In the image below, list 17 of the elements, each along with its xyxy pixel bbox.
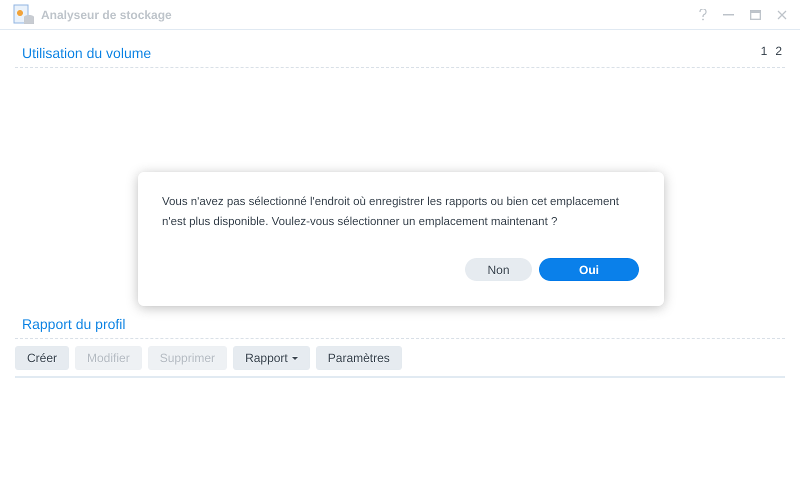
close-icon[interactable] xyxy=(777,10,787,20)
app-icon xyxy=(13,4,35,26)
maximize-icon[interactable] xyxy=(750,10,761,20)
section-title: Utilisation du volume xyxy=(22,44,152,63)
caret-icon xyxy=(292,356,298,360)
window-title: Analyseur de stockage xyxy=(41,6,172,24)
minimize-icon[interactable] xyxy=(723,14,734,16)
dialog-message: Vous n'avez pas sélectionné l'endroit où enregistrer les rapports ou bien cet emplacement n'est plus disponible. Voulez-vous sélectionner un emplacement maintenant ? xyxy=(162,195,620,230)
toolbar-button[interactable]: Créer xyxy=(15,346,70,370)
toolbar-button[interactable]: Paramètres xyxy=(316,346,402,370)
cancel-button[interactable]: Non xyxy=(465,258,532,281)
page-number[interactable]: 2 xyxy=(775,42,782,60)
page-number[interactable]: 1 xyxy=(760,42,768,60)
help-icon[interactable] xyxy=(699,8,707,20)
toolbar-button[interactable]: Rapport xyxy=(233,346,310,370)
confirm-button[interactable]: Oui xyxy=(539,258,639,281)
section-title: Rapport du profil xyxy=(22,315,126,334)
